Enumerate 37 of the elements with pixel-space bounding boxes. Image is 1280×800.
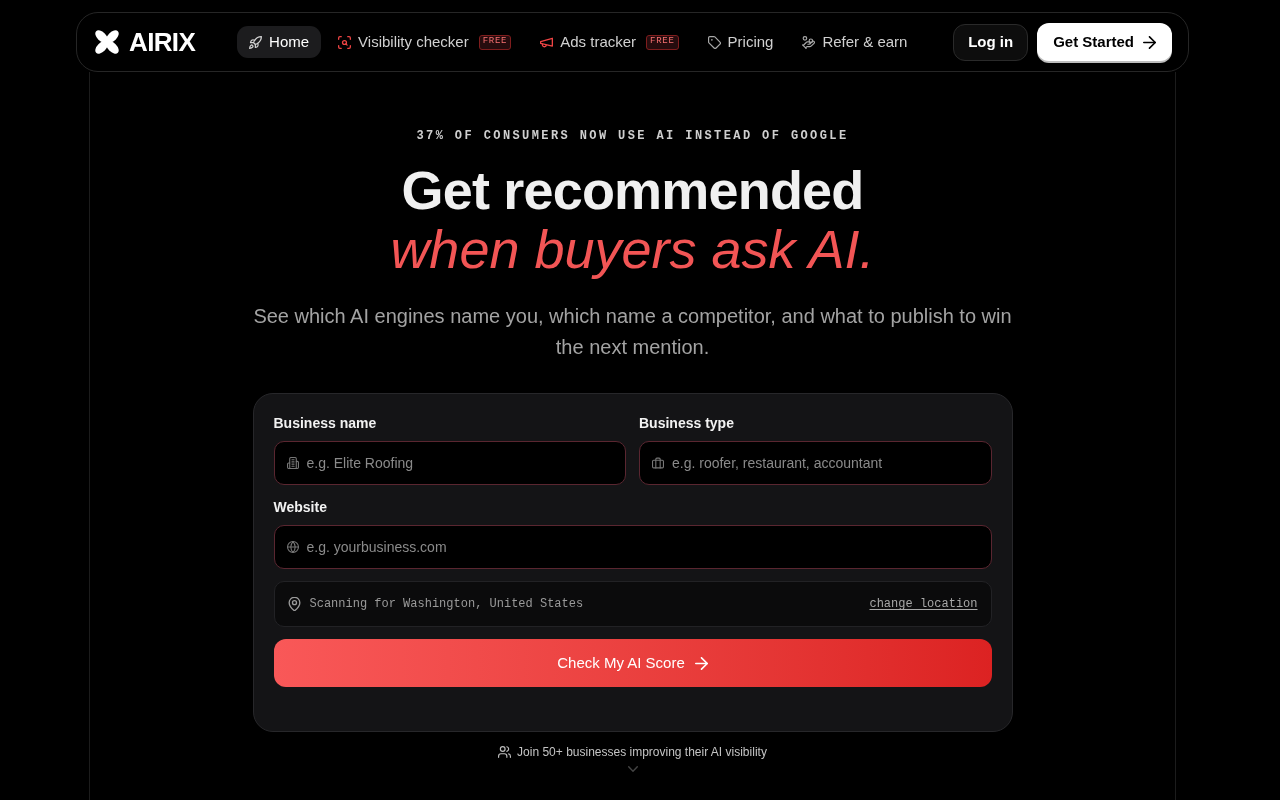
text-input[interactable]: e.g. roofer, restaurant, accountant: [639, 441, 992, 485]
logo-icon: [94, 29, 120, 55]
eyebrow-text: 37% OF CONSUMERS NOW USE AI INSTEAD OF GOOGLE: [416, 128, 849, 144]
text-input[interactable]: e.g. yourbusiness.com: [273, 525, 992, 569]
nav-link[interactable]: Ads tracker FREE: [528, 26, 691, 58]
submit-button[interactable]: Check My AI Score: [273, 639, 992, 687]
headline: Get recommended: [401, 161, 864, 220]
field-label: Business type: [639, 414, 735, 433]
social-proof-text: Join 50+ businesses improving their AI visibility: [517, 744, 767, 760]
text-input[interactable]: e.g. Elite Roofing: [273, 441, 626, 485]
briefcase-icon: [652, 457, 664, 469]
change-location-link[interactable]: change location: [869, 595, 978, 613]
arrow-right-icon: [1143, 35, 1156, 49]
users-icon: [498, 746, 512, 758]
field-label: Website: [273, 498, 328, 517]
get-started-button[interactable]: Get Started: [1037, 23, 1172, 61]
subtitle-text: See which AI engines name you, which name a competitor, and what to publish to win the next mention.: [252, 304, 1013, 360]
nav-badge: FREE: [478, 34, 512, 50]
megaphone-icon: [540, 35, 554, 49]
map-pin-icon: [287, 597, 301, 611]
headline-accent: when buyers ask AI.: [390, 220, 875, 279]
scan-search-icon: [338, 35, 352, 49]
nav-link[interactable]: Home: [237, 26, 322, 58]
nav-badge: FREE: [646, 34, 679, 50]
location-text: Scanning for Washington, United States: [309, 596, 584, 613]
chevron-down-icon: [627, 766, 638, 772]
globe-icon: [286, 541, 299, 553]
logo-text: AIRIX: [129, 29, 196, 55]
log-in-button[interactable]: Log in: [953, 23, 1029, 61]
building-icon: [286, 457, 299, 469]
field-label: Business name: [273, 414, 378, 433]
nav-link[interactable]: Visibility checker FREE: [326, 26, 524, 58]
rocket-icon: [249, 35, 263, 49]
nav-link[interactable]: Refer & earn: [790, 26, 920, 58]
tag-icon: [707, 35, 721, 49]
nav-link[interactable]: Pricing: [695, 26, 786, 58]
hand-coins-icon: [802, 35, 816, 49]
